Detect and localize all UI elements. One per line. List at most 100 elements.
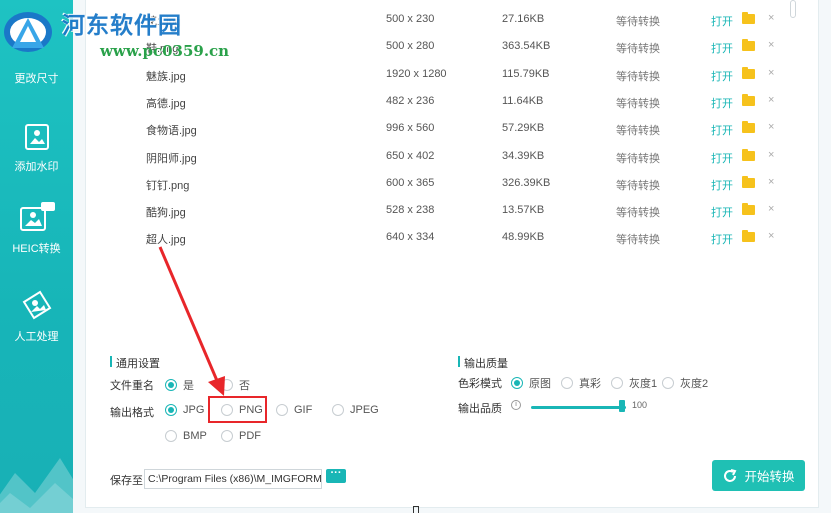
- delete-icon[interactable]: ×: [768, 176, 774, 188]
- general-settings-title: 通用设置: [110, 355, 160, 371]
- file-row: 酷狗.jpg 528 x 238 13.57KB 等待转换 打开 ×: [86, 203, 820, 231]
- format-jpg-radio[interactable]: JPG: [165, 404, 204, 416]
- folder-icon[interactable]: [742, 148, 755, 161]
- folder-icon[interactable]: [742, 203, 755, 216]
- radio-dot: [332, 404, 344, 416]
- radio-label: JPEG: [350, 404, 379, 416]
- radio-label: 真彩: [579, 378, 601, 390]
- delete-icon[interactable]: ×: [768, 67, 774, 79]
- radio-label: 原图: [529, 378, 551, 390]
- output-quality-label: 输出品质: [458, 403, 502, 415]
- open-link[interactable]: 打开: [711, 177, 733, 193]
- delete-icon[interactable]: ×: [768, 94, 774, 106]
- radio-dot: [511, 377, 523, 389]
- file-name: 阴阳师.jpg: [146, 152, 197, 165]
- file-row: 高德.jpg 482 x 236 11.64KB 等待转换 打开 ×: [86, 93, 820, 122]
- manual-icon: [22, 290, 51, 320]
- folder-icon[interactable]: [742, 230, 755, 243]
- file-name: 钉钉.png: [146, 179, 190, 192]
- quality-slider[interactable]: [531, 406, 626, 409]
- format-gif-radio[interactable]: GIF: [276, 404, 312, 416]
- file-name: 花1.jpg: [146, 16, 181, 28]
- file-status: 等待转换: [616, 16, 660, 28]
- sidebar-item-resize[interactable]: 更改尺寸: [0, 70, 73, 86]
- open-link[interactable]: 打开: [711, 68, 733, 84]
- open-link[interactable]: 打开: [711, 40, 733, 56]
- open-link[interactable]: 打开: [711, 204, 733, 220]
- browse-button[interactable]: ···: [326, 468, 346, 483]
- delete-icon[interactable]: ×: [768, 203, 774, 215]
- file-dimensions: 600 x 365: [386, 176, 435, 189]
- delete-icon[interactable]: ×: [768, 39, 774, 51]
- open-link[interactable]: 打开: [711, 231, 733, 247]
- file-status: 等待转换: [616, 70, 660, 83]
- file-status: 等待转换: [616, 234, 660, 247]
- sidebar: 更改尺寸 添加水印 HEIC转换 人工处理: [0, 0, 73, 513]
- folder-icon[interactable]: [742, 12, 755, 24]
- file-dimensions: 650 x 402: [386, 149, 435, 162]
- sidebar-item-label: 添加水印: [14, 161, 59, 173]
- mountain-decoration: [0, 458, 73, 513]
- file-name: 鞋.png: [146, 43, 179, 56]
- file-row: 食物语.jpg 996 x 560 57.29KB 等待转换 打开 ×: [86, 121, 820, 149]
- radio-label: 是: [183, 380, 194, 392]
- folder-icon[interactable]: [742, 175, 755, 188]
- file-status: 等待转换: [616, 179, 660, 192]
- file-name: 魅族.jpg: [146, 70, 186, 83]
- color-original-radio[interactable]: 原图: [511, 375, 551, 391]
- delete-icon[interactable]: ×: [768, 149, 774, 161]
- file-size: 326.39KB: [502, 176, 551, 189]
- radio-label: PDF: [239, 430, 261, 442]
- radio-label: 否: [239, 380, 250, 392]
- sidebar-item-manual[interactable]: 人工处理: [0, 288, 73, 344]
- start-convert-button[interactable]: 开始转换: [712, 460, 805, 491]
- radio-dot: [561, 377, 573, 389]
- radio-label: 灰度1: [629, 378, 658, 390]
- open-link[interactable]: 打开: [711, 95, 733, 111]
- color-mode-label: 色彩模式: [458, 378, 502, 390]
- save-to-label: 保存至:: [110, 475, 147, 487]
- format-jpeg-radio[interactable]: JPEG: [332, 404, 379, 416]
- file-row: 超人.jpg 640 x 334 48.99KB 等待转换 打开 ×: [86, 230, 820, 258]
- rename-no-radio[interactable]: 否: [221, 377, 250, 393]
- folder-icon[interactable]: [742, 39, 755, 52]
- radio-dot: [165, 430, 177, 442]
- open-link[interactable]: 打开: [711, 122, 733, 138]
- rename-yes-radio[interactable]: 是: [165, 377, 194, 393]
- folder-icon[interactable]: [742, 93, 755, 106]
- png-highlight-box: [208, 396, 267, 423]
- heic-icon: [19, 202, 55, 231]
- radio-dot: [221, 379, 233, 391]
- file-size: 115.79KB: [502, 67, 550, 80]
- start-convert-label: 开始转换: [744, 470, 795, 484]
- file-size: 11.64KB: [502, 94, 544, 107]
- save-path-input[interactable]: C:\Program Files (x86)\M_IMGFORMA: [144, 469, 322, 489]
- file-size: 27.16KB: [502, 13, 545, 25]
- delete-icon[interactable]: ×: [768, 121, 774, 133]
- radio-label: GIF: [294, 404, 313, 416]
- folder-icon[interactable]: [742, 121, 755, 134]
- radio-dot: [662, 377, 674, 389]
- file-dimensions: 482 x 236: [386, 94, 435, 107]
- folder-icon[interactable]: [742, 66, 755, 79]
- radio-label: BMP: [183, 430, 207, 442]
- open-link[interactable]: 打开: [711, 150, 733, 166]
- open-link[interactable]: 打开: [711, 13, 733, 29]
- sidebar-item-watermark[interactable]: 添加水印: [0, 122, 73, 174]
- delete-icon[interactable]: ×: [768, 12, 774, 24]
- format-pdf-radio[interactable]: PDF: [221, 430, 261, 442]
- watermark-icon: [24, 124, 49, 150]
- radio-dot: [221, 430, 233, 442]
- delete-icon[interactable]: ×: [768, 230, 774, 242]
- rename-label: 文件重名: [110, 380, 154, 392]
- info-icon: i: [511, 400, 521, 410]
- color-gray1-radio[interactable]: 灰度1: [611, 375, 657, 391]
- quality-slider-handle[interactable]: [619, 400, 625, 412]
- file-dimensions: 500 x 280: [386, 40, 435, 53]
- file-size: 57.29KB: [502, 122, 545, 135]
- color-gray2-radio[interactable]: 灰度2: [662, 375, 708, 391]
- format-bmp-radio[interactable]: BMP: [165, 430, 207, 442]
- sidebar-item-heic[interactable]: HEIC转换: [0, 200, 73, 256]
- file-row: 魅族.jpg 1920 x 1280 115.79KB 等待转换 打开 ×: [86, 66, 820, 95]
- color-truecolor-radio[interactable]: 真彩: [561, 375, 601, 391]
